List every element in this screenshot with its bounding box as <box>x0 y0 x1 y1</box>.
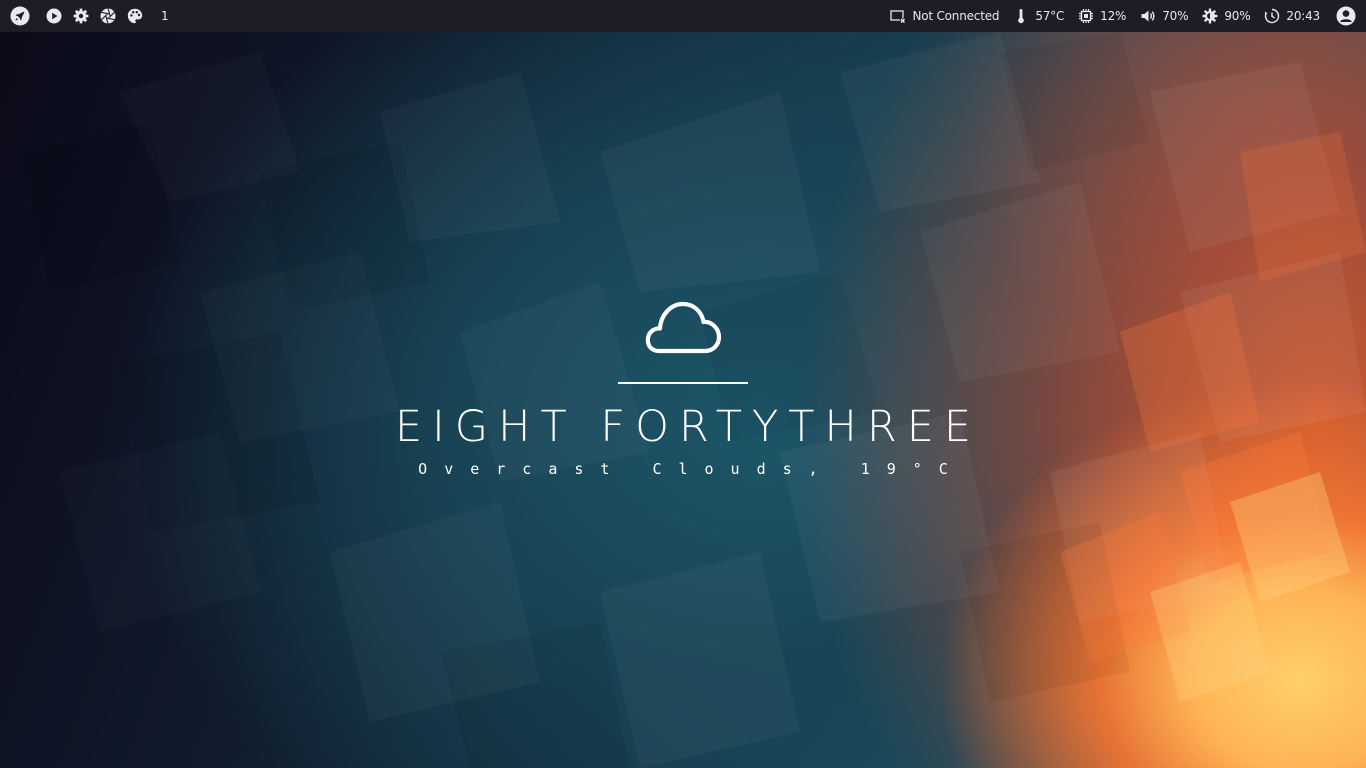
user-avatar-icon[interactable] <box>1336 6 1356 26</box>
clock-value: 20:43 <box>1286 9 1320 23</box>
cpu-icon <box>1078 8 1094 24</box>
time-in-words: EIGHT FORTYTHREE <box>394 402 982 452</box>
thermometer-icon <box>1013 8 1029 24</box>
cpu-status: 12% <box>1078 8 1126 24</box>
cloud-icon <box>645 297 723 357</box>
clock-icon <box>1264 8 1280 24</box>
cpu-value: 12% <box>1100 9 1127 23</box>
clock-status[interactable]: 20:43 <box>1264 8 1320 24</box>
widget-divider <box>618 382 748 384</box>
palette-icon[interactable] <box>127 8 143 24</box>
volume-icon <box>1140 8 1156 24</box>
temperature-status: 57°C <box>1013 8 1064 24</box>
network-disconnected-icon <box>890 8 907 24</box>
brightness-icon <box>1202 8 1218 24</box>
aperture-icon[interactable] <box>100 8 116 24</box>
rocket-icon[interactable] <box>10 6 30 26</box>
panel-right-section: Not Connected 57°C 12% 70% 90% 20:43 <box>876 0 1356 32</box>
gear-icon[interactable] <box>73 8 89 24</box>
volume-value: 70% <box>1162 9 1189 23</box>
brightness-status[interactable]: 90% <box>1202 8 1251 24</box>
top-panel: 1 Not Connected 57°C 12% 70% 90% 20:43 <box>0 0 1366 32</box>
desktop-clock-widget: EIGHT FORTYTHREE Overcast Clouds, 19°C <box>0 0 1366 768</box>
network-status[interactable]: Not Connected <box>890 8 1000 24</box>
temperature-value: 57°C <box>1035 9 1065 23</box>
workspace-indicator[interactable]: 1 <box>161 9 169 23</box>
play-icon[interactable] <box>46 8 62 24</box>
volume-status[interactable]: 70% <box>1140 8 1189 24</box>
network-label: Not Connected <box>912 9 1000 23</box>
brightness-value: 90% <box>1224 9 1251 23</box>
panel-left-section: 1 <box>10 0 169 32</box>
weather-description: Overcast Clouds, 19°C <box>418 460 965 478</box>
